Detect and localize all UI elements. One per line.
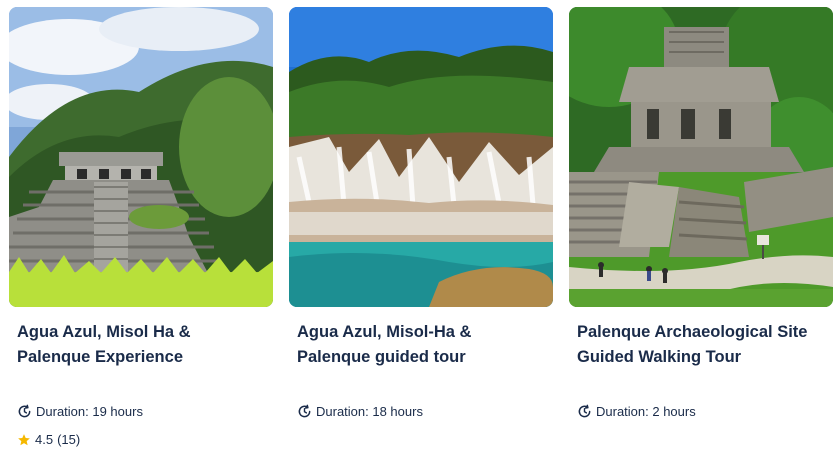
activity-card-1[interactable]: Agua Azul, Misol Ha & Palenque Experienc… xyxy=(9,7,273,457)
card-1-rating-value: 4.5 xyxy=(35,432,54,447)
star-icon xyxy=(18,433,30,445)
card-3-title[interactable]: Palenque Archaeological Site Guided Walk… xyxy=(577,320,827,370)
activity-card-3[interactable]: Palenque Archaeological Site Guided Walk… xyxy=(569,7,833,457)
card-1-title[interactable]: Agua Azul, Misol Ha & Palenque Experienc… xyxy=(17,320,267,370)
card-2-title[interactable]: Agua Azul, Misol-Ha & Palenque guided to… xyxy=(297,320,547,370)
card-1-duration-text: Duration: 19 hours xyxy=(36,404,143,419)
clock-refresh-icon xyxy=(298,404,311,418)
activity-card-2[interactable]: Agua Azul, Misol-Ha & Palenque guided to… xyxy=(289,7,553,457)
card-2-image[interactable] xyxy=(289,7,553,307)
card-1-duration: Duration: 19 hours xyxy=(17,404,143,419)
card-3-duration: Duration: 2 hours xyxy=(577,404,696,419)
card-3-duration-text: Duration: 2 hours xyxy=(596,404,696,419)
card-3-image[interactable] xyxy=(569,7,833,307)
card-1-review-count: (15) xyxy=(57,432,81,447)
card-1-image[interactable] xyxy=(9,7,273,307)
card-2-duration: Duration: 18 hours xyxy=(297,404,423,419)
card-1-rating: 4.5 (15) xyxy=(17,432,80,447)
card-2-duration-text: Duration: 18 hours xyxy=(316,404,423,419)
clock-refresh-icon xyxy=(578,404,591,418)
clock-refresh-icon xyxy=(18,404,31,418)
